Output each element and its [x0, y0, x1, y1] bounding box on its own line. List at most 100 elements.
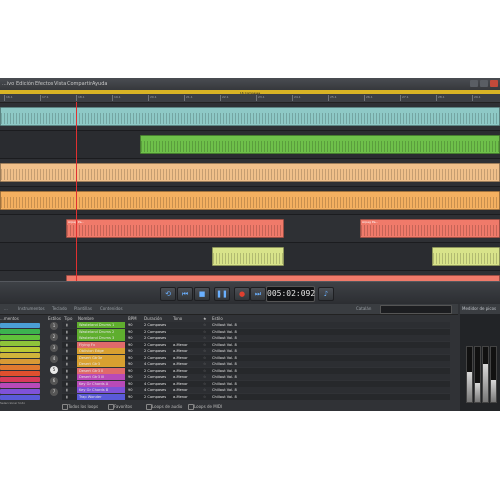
table-row[interactable]: ▮ Oblivion Edge 90 2 Compases a-Menor Chillou…	[62, 348, 450, 354]
loop-name: Desert Gtr3e	[77, 354, 125, 361]
transport-bar: ⟲ ⏮ ■ ❚❚ ● ⏭ 005:02:092 ♪	[0, 281, 500, 304]
minimize-icon[interactable]	[470, 80, 478, 87]
menu-help[interactable]: Ayuda	[92, 81, 107, 87]
loop-bpm: 90	[128, 342, 133, 347]
favorite-star-icon[interactable]: ☆	[203, 355, 206, 361]
arranger-clip[interactable]	[0, 163, 500, 182]
arranger-clip[interactable]	[140, 135, 500, 154]
style-button[interactable]: 4	[50, 355, 58, 363]
loop-duracion: 2 Compases	[144, 336, 167, 340]
category-item[interactable]	[0, 329, 40, 334]
style-button[interactable]: 1	[50, 322, 58, 330]
style-button[interactable]: 2	[50, 333, 58, 341]
metronome-button[interactable]: ♪	[318, 287, 334, 301]
col-duracion[interactable]: Duración	[144, 316, 162, 321]
category-item[interactable]	[0, 383, 40, 388]
track-lane[interactable]	[0, 159, 500, 187]
col-nombre[interactable]: Nombre	[78, 316, 94, 321]
forward-button[interactable]: ⏭	[250, 287, 266, 301]
menu-effects[interactable]: Efectos	[35, 81, 53, 87]
track-lane[interactable]	[0, 131, 500, 159]
close-icon[interactable]	[490, 80, 498, 87]
arranger-clip[interactable]	[0, 191, 500, 210]
favorite-star-icon[interactable]: ☆	[203, 335, 206, 341]
maximize-icon[interactable]	[480, 80, 488, 87]
style-button[interactable]: 7	[50, 388, 58, 396]
loop-duracion: 2 Compases	[144, 375, 167, 379]
table-row[interactable]: ▮ Wasteland Drums 2 90 2 Compases Chillout V…	[62, 328, 450, 335]
table-row[interactable]: ▮ Desert Gtr3 II 90 2 Compases a-Menor Chillo…	[62, 367, 450, 374]
favorite-star-icon[interactable]: ☆	[203, 368, 206, 374]
table-row[interactable]: ▮ Wasteland Drums 1 90 2 Compases Chillout V…	[62, 322, 450, 328]
category-item[interactable]	[0, 377, 40, 382]
pause-button[interactable]: ❚❚	[214, 287, 230, 301]
table-row[interactable]: ▮ Wasteland Drums 3 90 2 Compases Chillout V…	[62, 335, 450, 341]
style-button[interactable]: 6	[50, 377, 58, 385]
tab-instruments[interactable]: Instrumentos	[18, 306, 45, 311]
category-item[interactable]	[0, 341, 40, 346]
loop-estilo: Chillout Vol. 8	[212, 342, 237, 347]
favorite-star-icon[interactable]: ☆	[203, 322, 206, 328]
menu-file[interactable]: ...ivo	[2, 81, 14, 87]
favorite-star-icon[interactable]: ☆	[203, 381, 206, 387]
col-tono[interactable]: Tono	[173, 316, 182, 321]
table-row[interactable]: ▮ Desert Gtr3e 90 2 Compases a-Menor Chillout…	[62, 354, 450, 361]
category-item[interactable]	[0, 347, 40, 352]
tab-contents[interactable]: Contenidos	[100, 306, 123, 311]
category-item[interactable]	[0, 389, 40, 394]
table-row[interactable]: ▮ Trap Wonder 90 2 Compases a-Menor Chillout …	[62, 393, 450, 400]
arranger-clip[interactable]	[0, 107, 500, 126]
stop-button[interactable]: ■	[194, 287, 210, 301]
track-lane[interactable]	[0, 103, 500, 131]
menu-view[interactable]: Vista	[54, 81, 66, 87]
favorite-star-icon[interactable]: ☆	[203, 394, 206, 400]
col-bpm[interactable]: BPM	[128, 316, 137, 321]
table-row[interactable]: ▮ Desert Gtr3 III 90 2 Compases a-Menor Chill…	[62, 374, 450, 380]
arranger-clip[interactable]: Arpeg Pa...	[360, 219, 500, 238]
category-item[interactable]	[0, 323, 40, 328]
category-item[interactable]	[0, 395, 40, 400]
table-row[interactable]: ▮ Flying Fx 90 2 Compases a-Menor Chillout Vo…	[62, 341, 450, 348]
rewind-button[interactable]: ⏮	[177, 287, 193, 301]
search-label: Catalán	[356, 306, 372, 311]
favorite-star-icon[interactable]: ☆	[203, 329, 206, 335]
track-lane[interactable]	[0, 187, 500, 215]
arranger-clip[interactable]	[432, 247, 500, 266]
category-item[interactable]	[0, 353, 40, 358]
track-lane[interactable]	[0, 243, 500, 271]
tab-keyboard[interactable]: Teclado	[52, 306, 67, 311]
favorite-star-icon[interactable]: ☆	[203, 348, 206, 354]
favorite-star-icon[interactable]: ☆	[203, 361, 206, 367]
loop-type-icon: ▮	[66, 329, 68, 334]
col-fav[interactable]: ★	[203, 316, 207, 321]
favorite-star-icon[interactable]: ☆	[203, 374, 206, 380]
tab-templates[interactable]: Plantillas	[74, 306, 92, 311]
style-button[interactable]: 5	[50, 366, 58, 374]
favorite-star-icon[interactable]: ☆	[203, 342, 206, 348]
timeline-ruler[interactable]: 16 Compases 16.1 17.1 18.1 19.1 20.1 21.1 22.1…	[0, 90, 500, 103]
tab-loops[interactable]: ...	[4, 306, 8, 311]
category-item[interactable]	[0, 335, 40, 340]
col-estilo[interactable]: Estilo	[212, 316, 223, 321]
search-input[interactable]	[380, 305, 452, 314]
ruler-tick-label: 29.1	[474, 95, 481, 99]
menu-share[interactable]: Compartir	[67, 81, 92, 87]
track-lane[interactable]: Arpeg Pa... Arpeg Pa...	[0, 215, 500, 243]
category-item[interactable]	[0, 365, 40, 370]
table-row[interactable]: ▮ Desert Gtr3 90 4 Compases a-Menor Chillout …	[62, 361, 450, 367]
style-button[interactable]: 3	[50, 344, 58, 352]
category-item[interactable]	[0, 359, 40, 364]
table-row[interactable]: ▮ Key Gr Chords A 90 4 Compases a-Menor Chill…	[62, 380, 450, 387]
select-all-label[interactable]: Seleccionar todo	[0, 401, 25, 405]
loop-tono: a-Menor	[173, 342, 188, 347]
col-tipo[interactable]: Tipo	[64, 316, 72, 321]
favorite-star-icon[interactable]: ☆	[203, 387, 206, 393]
category-item[interactable]	[0, 371, 40, 376]
loop-button[interactable]: ⟲	[160, 287, 176, 301]
table-row[interactable]: ▮ Key Gr Chords B 90 4 Compases a-Menor Chill…	[62, 387, 450, 393]
arranger-clip[interactable]	[212, 247, 284, 266]
record-button[interactable]: ●	[234, 287, 250, 301]
menu-edit[interactable]: Edición	[16, 81, 34, 87]
style-selector: Estilos 1 2 3 4 5 6 7	[46, 316, 62, 402]
arranger-clip[interactable]: Arpeg Pa...	[66, 219, 284, 238]
